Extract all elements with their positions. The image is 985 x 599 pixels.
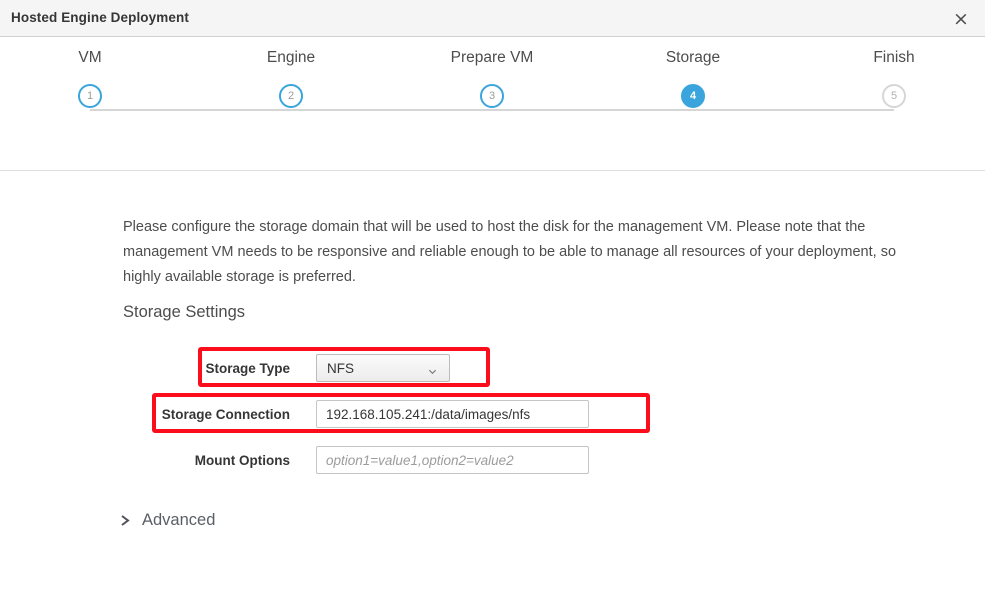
wizard-step-prepare-vm[interactable]: Prepare VM 3 [412,49,572,108]
close-icon[interactable]: × [947,5,975,33]
storage-type-select[interactable]: NFS [316,354,450,382]
wizard-step-label: Prepare VM [412,49,572,67]
step-connector-4-5 [693,109,894,111]
form-row-storage-connection: Storage Connection [123,399,589,429]
wizard-step-label: Finish [814,49,974,67]
section-title-storage-settings: Storage Settings [123,303,245,322]
step-connector-3-4 [492,109,693,111]
storage-connection-label: Storage Connection [123,407,316,422]
storage-connection-input[interactable] [316,400,589,428]
form-row-mount-options: Mount Options [123,445,589,475]
wizard-step-engine[interactable]: Engine 2 [211,49,371,108]
page-description: Please configure the storage domain that… [123,215,913,290]
window-titlebar: Hosted Engine Deployment × [0,0,985,37]
wizard-step-circle[interactable]: 5 [882,84,906,108]
storage-type-label: Storage Type [123,361,316,376]
mount-options-label: Mount Options [123,453,316,468]
chevron-right-icon [120,514,132,528]
wizard-step-label: VM [10,49,170,67]
chevron-down-icon [428,364,437,373]
wizard-step-label: Engine [211,49,371,67]
wizard-step-finish[interactable]: Finish 5 [814,49,974,108]
wizard-step-label: Storage [613,49,773,67]
wizard-step-circle[interactable]: 4 [681,84,705,108]
advanced-label: Advanced [142,511,215,530]
step-connector-1-2 [90,109,291,111]
step-connector-2-3 [291,109,492,111]
advanced-toggle[interactable]: Advanced [120,511,215,530]
wizard-step-vm[interactable]: VM 1 [10,49,170,108]
window-title: Hosted Engine Deployment [11,10,189,25]
storage-type-value: NFS [327,361,354,376]
wizard-step-circle[interactable]: 1 [78,84,102,108]
wizard-steps: VM 1 Engine 2 Prepare VM 3 Storage 4 Fin… [0,37,985,171]
form-row-storage-type: Storage Type NFS [123,353,450,383]
mount-options-input[interactable] [316,446,589,474]
wizard-step-storage[interactable]: Storage 4 [613,49,773,108]
wizard-step-circle[interactable]: 3 [480,84,504,108]
wizard-step-circle[interactable]: 2 [279,84,303,108]
